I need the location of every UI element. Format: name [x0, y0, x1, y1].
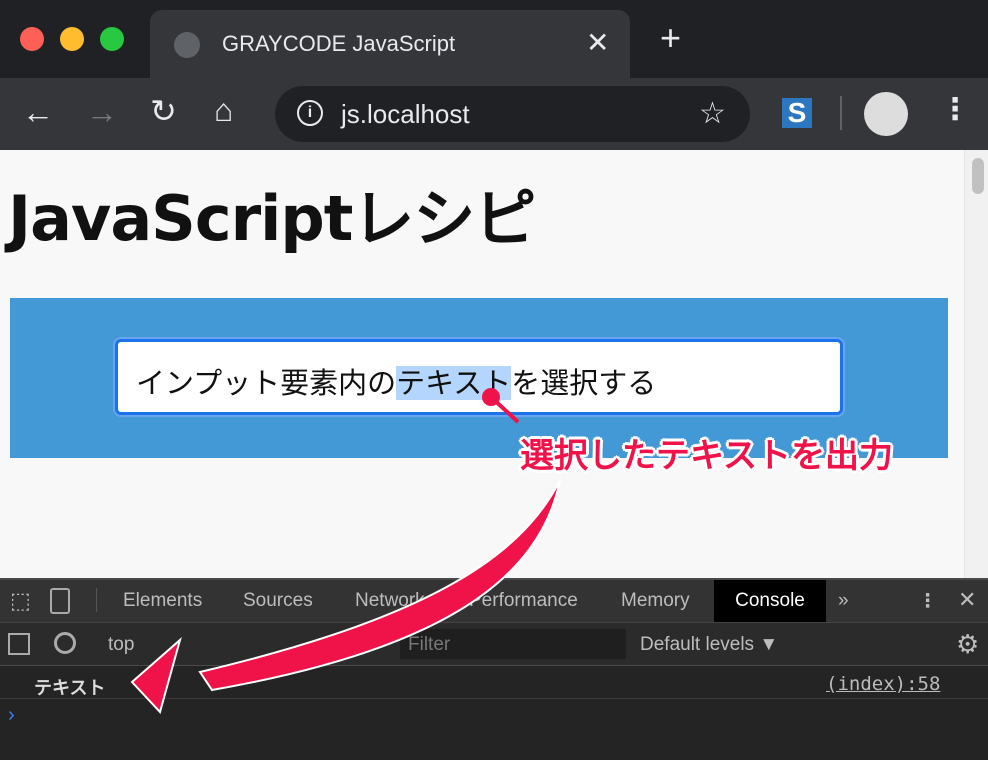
annotation-arrow [130, 388, 561, 714]
arrow-head [130, 637, 182, 714]
arrow-body [198, 479, 561, 692]
annotation-leader [489, 395, 520, 424]
annotation-label: 選択したテキストを出力 [520, 436, 893, 476]
